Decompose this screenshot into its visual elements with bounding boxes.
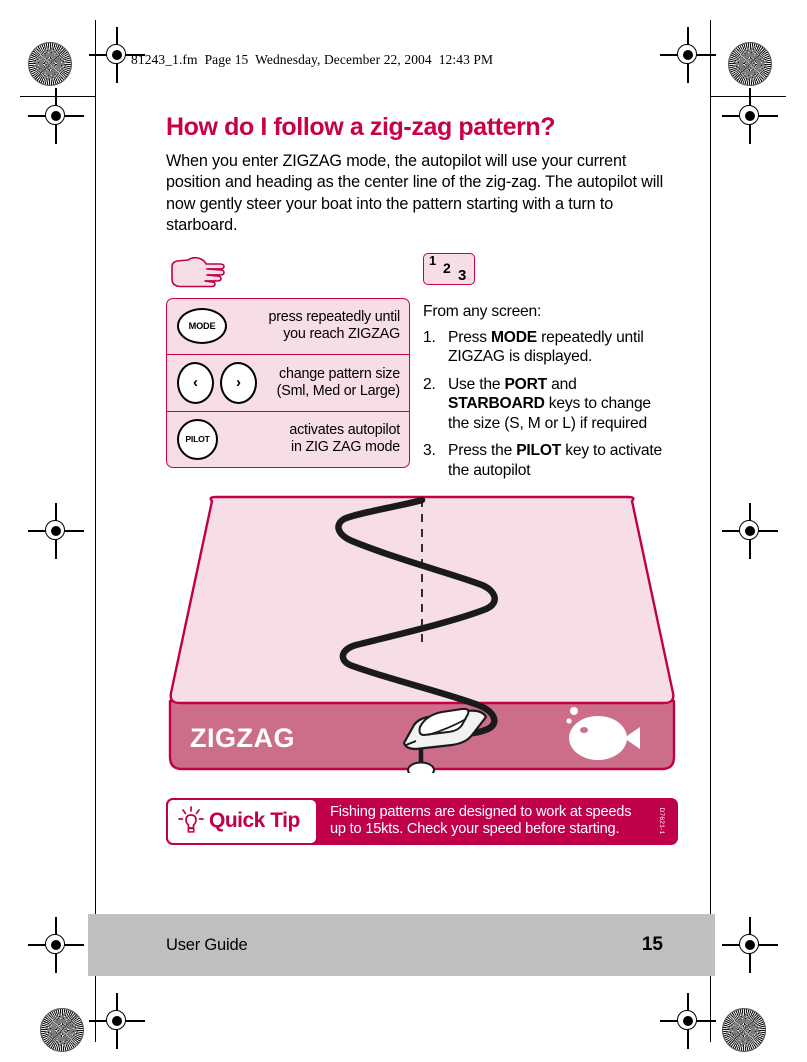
registration-target-upper-right: [722, 88, 778, 144]
registration-target-top-left: [89, 27, 145, 83]
key-legend-row-mode: MODE press repeatedly until you reach ZI…: [167, 299, 409, 354]
instructions-column: From any screen: 1. Press MODE repeatedly…: [423, 303, 675, 488]
registration-target-upper-left: [28, 88, 84, 144]
instruction-step-list: 1. Press MODE repeatedly until ZIGZAG is …: [423, 328, 675, 480]
mode-key-icon[interactable]: MODE: [177, 308, 227, 345]
registration-target-bottom-right: [660, 993, 716, 1049]
pilot-key-icon[interactable]: PILOT: [177, 418, 218, 460]
key-legend-text-pilot: activates autopilot in ZIG ZAG mode: [261, 422, 400, 456]
instruction-key-name: PILOT: [516, 442, 562, 460]
starboard-key-icon[interactable]: ›: [220, 361, 257, 404]
key-legend-text-mode: press repeatedly until you reach ZIGZAG: [261, 309, 401, 343]
instructions-intro: From any screen:: [423, 302, 542, 320]
instruction-step: 3. Press the PILOT key to activate the au…: [423, 441, 675, 480]
key-legend-text-arrows-line1: change pattern size: [279, 365, 400, 382]
instruction-key-name: PORT: [504, 375, 548, 393]
manual-page: How do I follow a zig-zag pattern? When …: [88, 96, 715, 976]
crop-line-top-horizontal: [20, 96, 95, 98]
footer-page-number: 15: [641, 934, 663, 955]
quick-tip-label-block: Quick Tip: [166, 797, 318, 845]
instruction-key-name: STARBOARD: [448, 395, 545, 413]
instruction-step-number: 1.: [423, 328, 436, 346]
quick-tip-text: Fishing patterns are designed to work at…: [318, 804, 678, 839]
key-legend-row-arrows: ‹ › change pattern size (Sml, Med or Lar…: [167, 353, 409, 411]
boat-base-ellipse: [407, 761, 435, 773]
steps-badge-number-3: 3: [458, 266, 467, 284]
registration-target-middle-right: [722, 503, 778, 559]
pointing-hand-icon: [168, 255, 226, 289]
film-header-text: 81243_1.fm Page 15 Wednesday, December 2…: [131, 52, 494, 67]
quick-tip-text-line1: Fishing patterns are designed to work at…: [330, 803, 632, 820]
key-legend-row-pilot: PILOT activates autopilot in ZIG ZAG mod…: [167, 410, 409, 467]
key-legend-text-arrows-line2: (Sml, Med or Large): [276, 382, 401, 399]
key-glyphs-arrows: ‹ ›: [177, 361, 261, 404]
registration-rosette-bottom-left: [40, 1008, 84, 1052]
instruction-step-number: 2.: [423, 375, 436, 393]
steps-badge: 1 2 3: [423, 252, 475, 285]
registration-target-middle-left: [28, 503, 84, 559]
crop-line-top-horizontal-right: [711, 96, 786, 98]
registration-target-lower-right: [722, 917, 778, 973]
key-legend-text-arrows: change pattern size (Sml, Med or Large): [261, 365, 401, 400]
footer-title: User Guide: [166, 935, 248, 954]
lightbulb-icon: [178, 806, 204, 833]
quick-tip-text-line2: up to 15kts. Check your speed before sta…: [330, 821, 620, 838]
page-title: How do I follow a zig-zag pattern?: [166, 113, 556, 141]
slab-top-face: [169, 495, 675, 704]
registration-rosette-top-right: [728, 42, 772, 86]
key-legend-text-mode-line2: you reach ZIGZAG: [283, 326, 400, 343]
key-legend-text-pilot-line1: activates autopilot: [289, 422, 400, 439]
instruction-step-number: 3.: [423, 442, 436, 460]
instruction-text: Use the: [448, 375, 505, 393]
instruction-text: and: [547, 375, 577, 393]
instruction-step: 1. Press MODE repeatedly until ZIGZAG is …: [423, 328, 675, 367]
instruction-text: Press: [448, 328, 491, 346]
key-glyphs-pilot: PILOT: [177, 418, 261, 460]
registration-rosette-bottom-right: [722, 1008, 766, 1052]
zigzag-illustration: ZIGZAG: [166, 495, 678, 773]
key-legend-panel: MODE press repeatedly until you reach ZI…: [166, 297, 410, 468]
port-key-icon[interactable]: ‹: [177, 361, 214, 404]
quick-tip-bar: Quick Tip Fishing patterns are designed …: [166, 797, 678, 845]
instruction-key-name: MODE: [491, 328, 537, 346]
page-content: How do I follow a zig-zag pattern? When …: [166, 113, 678, 845]
document-reference-code: D7621-1: [657, 807, 665, 835]
registration-target-top-right: [660, 27, 716, 83]
quick-tip-label: Quick Tip: [209, 809, 300, 833]
key-glyphs-mode: MODE: [177, 308, 261, 345]
instruction-step: 2. Use the PORT and STARBOARD keys to cha…: [423, 375, 675, 433]
instruction-text: Press the: [448, 442, 517, 460]
page-footer: User Guide 15: [88, 914, 715, 976]
registration-target-bottom-left: [89, 993, 145, 1049]
mid-section: 1 2 3 MODE press repeatedly until you re…: [166, 252, 678, 488]
registration-rosette-top-left: [28, 42, 72, 86]
steps-badge-number-1: 1: [429, 252, 437, 268]
key-legend-text-mode-line1: press repeatedly until: [268, 309, 401, 326]
illustration-mode-label: ZIGZAG: [190, 723, 295, 753]
steps-badge-number-2: 2: [443, 259, 451, 276]
intro-paragraph: When you enter ZIGZAG mode, the autopilo…: [166, 151, 664, 235]
key-legend-text-pilot-line2: in ZIG ZAG mode: [290, 439, 400, 456]
registration-target-lower-left: [28, 917, 84, 973]
